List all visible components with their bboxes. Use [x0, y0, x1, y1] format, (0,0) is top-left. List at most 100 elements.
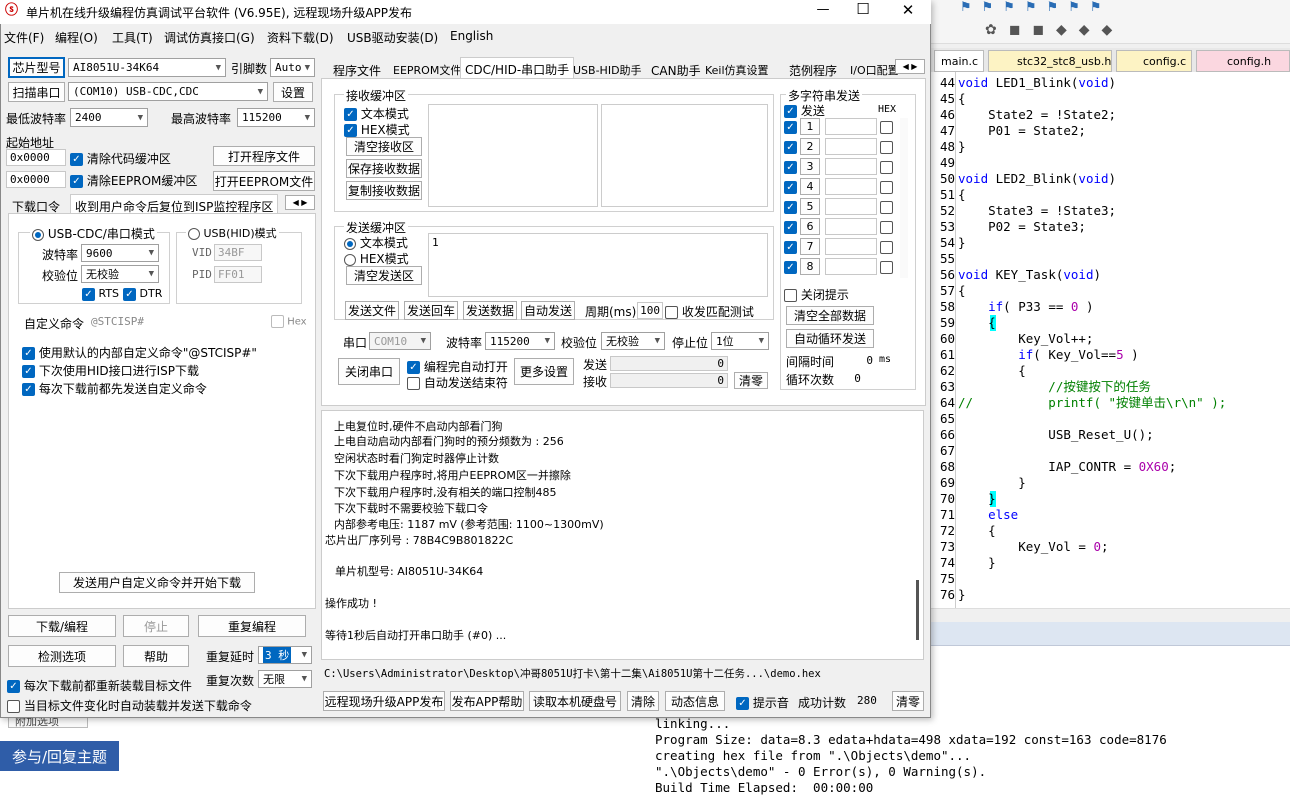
- multi-row-checkbox[interactable]: ✓: [784, 200, 797, 214]
- scan-port-button[interactable]: 扫描串口: [8, 82, 65, 102]
- multi-row-field[interactable]: [825, 198, 877, 215]
- send-custom-and-download-button[interactable]: 发送用户自定义命令并开始下载: [59, 572, 255, 593]
- pin-count-select[interactable]: Auto ▼: [270, 58, 315, 77]
- editor-tab-config-h[interactable]: config.h: [1196, 50, 1290, 72]
- main-tab-scroll[interactable]: ◀ ▶: [895, 59, 925, 74]
- editor-tab-config-c[interactable]: config.c: [1116, 50, 1192, 72]
- clear-all-data-button[interactable]: 清空全部数据: [786, 306, 874, 325]
- repeat-program-button[interactable]: 重复编程: [198, 615, 306, 637]
- tx-text-mode-radio[interactable]: 文本模式: [344, 234, 408, 251]
- multi-row-send-button[interactable]: 8: [800, 258, 820, 275]
- min-baud-select[interactable]: 2400 ▼: [70, 108, 148, 127]
- clear-rx-button[interactable]: 清空接收区: [346, 137, 422, 156]
- chip-model-select[interactable]: AI8051U-34K64 ▼: [68, 58, 226, 77]
- multi-send-all-checkbox[interactable]: ✓ 发送: [784, 102, 825, 119]
- multi-row-hex-checkbox[interactable]: [880, 240, 893, 254]
- menu-program[interactable]: 编程(O): [55, 29, 98, 46]
- repeat-count-select[interactable]: 无限 ▼: [258, 670, 312, 688]
- auto-open-checkbox[interactable]: ✓ 编程完自动打开: [407, 358, 508, 375]
- multi-row-field[interactable]: [825, 238, 877, 255]
- vid-field[interactable]: 34BF: [214, 244, 262, 261]
- multi-row-checkbox[interactable]: ✓: [784, 180, 797, 194]
- save-rx-button[interactable]: 保存接收数据: [346, 159, 422, 178]
- copy-rx-button[interactable]: 复制接收数据: [346, 181, 422, 200]
- multi-row-hex-checkbox[interactable]: [880, 120, 893, 134]
- usb-cdc-mode-radio[interactable]: USB-CDC/串口模式: [30, 225, 157, 242]
- download-program-button[interactable]: 下载/编程: [8, 615, 116, 637]
- menu-debug[interactable]: 调试仿真接口(G): [164, 29, 255, 46]
- send-file-button[interactable]: 发送文件: [345, 301, 399, 320]
- open-program-file-button[interactable]: 打开程序文件: [213, 146, 315, 166]
- chip-model-button[interactable]: 芯片型号: [8, 57, 65, 78]
- dtr-checkbox[interactable]: ✓ DTR: [123, 287, 162, 301]
- rts-checkbox[interactable]: ✓ RTS: [82, 287, 119, 301]
- multi-row-send-button[interactable]: 4: [800, 178, 820, 195]
- send-cr-button[interactable]: 发送回车: [404, 301, 458, 320]
- rx-hex-area[interactable]: [601, 104, 768, 207]
- custom-command-field[interactable]: @STCISP#: [88, 313, 268, 330]
- multi-row-field[interactable]: [825, 118, 877, 135]
- repeat-delay-select[interactable]: 3 秒 ▼: [258, 646, 312, 664]
- zero-success-button[interactable]: 清零: [892, 691, 924, 711]
- pid-field[interactable]: FF01: [214, 266, 262, 283]
- dynamic-info-button[interactable]: 动态信息: [665, 691, 725, 711]
- isp-baud-select[interactable]: 9600 ▼: [81, 244, 159, 262]
- use-hid-next-checkbox[interactable]: ✓ 下次使用HID接口进行ISP下载: [22, 362, 199, 379]
- more-settings-button[interactable]: 更多设置: [514, 358, 574, 385]
- close-button[interactable]: ✕: [893, 1, 923, 19]
- keil-tool-icons-2[interactable]: ✿◼◼◆◆◆: [985, 22, 1165, 40]
- app-help-button[interactable]: 发布APP帮助: [450, 691, 524, 711]
- editor-tab-usb-h[interactable]: stc32_stc8_usb.h: [988, 50, 1112, 72]
- zero-counts-button[interactable]: 清零: [734, 372, 768, 389]
- check-options-button[interactable]: 检测选项: [8, 645, 116, 667]
- multi-row-send-button[interactable]: 5: [800, 198, 820, 215]
- code-start-address[interactable]: 0x0000: [6, 149, 66, 166]
- multi-row-hex-checkbox[interactable]: [880, 140, 893, 154]
- log-scrollbar-thumb[interactable]: [916, 580, 919, 640]
- stop-button[interactable]: 停止: [123, 615, 189, 637]
- keil-tool-icons[interactable]: ⚑⚑⚑⚑⚑⚑⚑: [960, 0, 1180, 16]
- close-tip-checkbox[interactable]: 关闭提示: [784, 286, 849, 303]
- multi-row-hex-checkbox[interactable]: [880, 260, 893, 274]
- reload-before-download-checkbox[interactable]: ✓ 每次下载前都重新装载目标文件: [7, 677, 192, 694]
- interval-field[interactable]: 0: [836, 352, 876, 368]
- multi-row-send-button[interactable]: 6: [800, 218, 820, 235]
- rx-hex-mode-checkbox[interactable]: ✓ HEX模式: [344, 121, 410, 138]
- multi-row-checkbox[interactable]: ✓: [784, 120, 797, 134]
- eeprom-start-address[interactable]: 0x0000: [6, 171, 66, 188]
- auto-end-checkbox[interactable]: 自动发送结束符: [407, 374, 508, 391]
- tx-text-area[interactable]: [428, 233, 768, 297]
- read-disk-id-button[interactable]: 读取本机硬盘号: [529, 691, 621, 711]
- multi-row-hex-checkbox[interactable]: [880, 180, 893, 194]
- match-test-checkbox[interactable]: 收发匹配测试: [665, 303, 754, 320]
- multi-row-send-button[interactable]: 2: [800, 138, 820, 155]
- multi-row-field[interactable]: [825, 178, 877, 195]
- multi-row-hex-checkbox[interactable]: [880, 220, 893, 234]
- close-serial-button[interactable]: 关闭串口: [338, 358, 400, 385]
- multi-row-send-button[interactable]: 1: [800, 118, 820, 135]
- clear-log-button[interactable]: 清除: [627, 691, 659, 711]
- usb-hid-mode-radio[interactable]: USB(HID)模式: [186, 225, 279, 241]
- multi-row-hex-checkbox[interactable]: [880, 160, 893, 174]
- use-default-command-checkbox[interactable]: ✓ 使用默认的内部自定义命令"@STCISP#": [22, 344, 257, 361]
- period-field[interactable]: 100: [637, 302, 663, 319]
- port-select[interactable]: (COM10) USB-CDC,CDC ▼: [68, 82, 268, 101]
- isp-parity-select[interactable]: 无校验 ▼: [81, 265, 159, 283]
- maximize-button[interactable]: ☐: [848, 0, 878, 18]
- rx-text-mode-checkbox[interactable]: ✓ 文本模式: [344, 105, 409, 122]
- send-data-button[interactable]: 发送数据: [463, 301, 517, 320]
- auto-loop-send-button[interactable]: 自动循环发送: [786, 329, 874, 348]
- beep-checkbox[interactable]: ✓ 提示音: [736, 694, 789, 711]
- port-settings-button[interactable]: 设置: [273, 82, 313, 102]
- serial-baud-select[interactable]: 115200 ▼: [485, 332, 555, 350]
- serial-stop-select[interactable]: 1位 ▼: [711, 332, 769, 350]
- rx-text-area[interactable]: [428, 104, 598, 207]
- clear-eeprom-buffer-checkbox[interactable]: ✓ 清除EEPROM缓冲区: [70, 172, 197, 189]
- multi-row-send-button[interactable]: 7: [800, 238, 820, 255]
- menu-tools[interactable]: 工具(T): [112, 29, 153, 46]
- clear-tx-button[interactable]: 清空发送区: [346, 266, 422, 285]
- multi-row-field[interactable]: [825, 218, 877, 235]
- open-eeprom-file-button[interactable]: 打开EEPROM文件: [213, 171, 315, 191]
- reply-topic-button[interactable]: 参与/回复主题: [0, 741, 119, 771]
- multi-scrollbar[interactable]: [900, 118, 908, 278]
